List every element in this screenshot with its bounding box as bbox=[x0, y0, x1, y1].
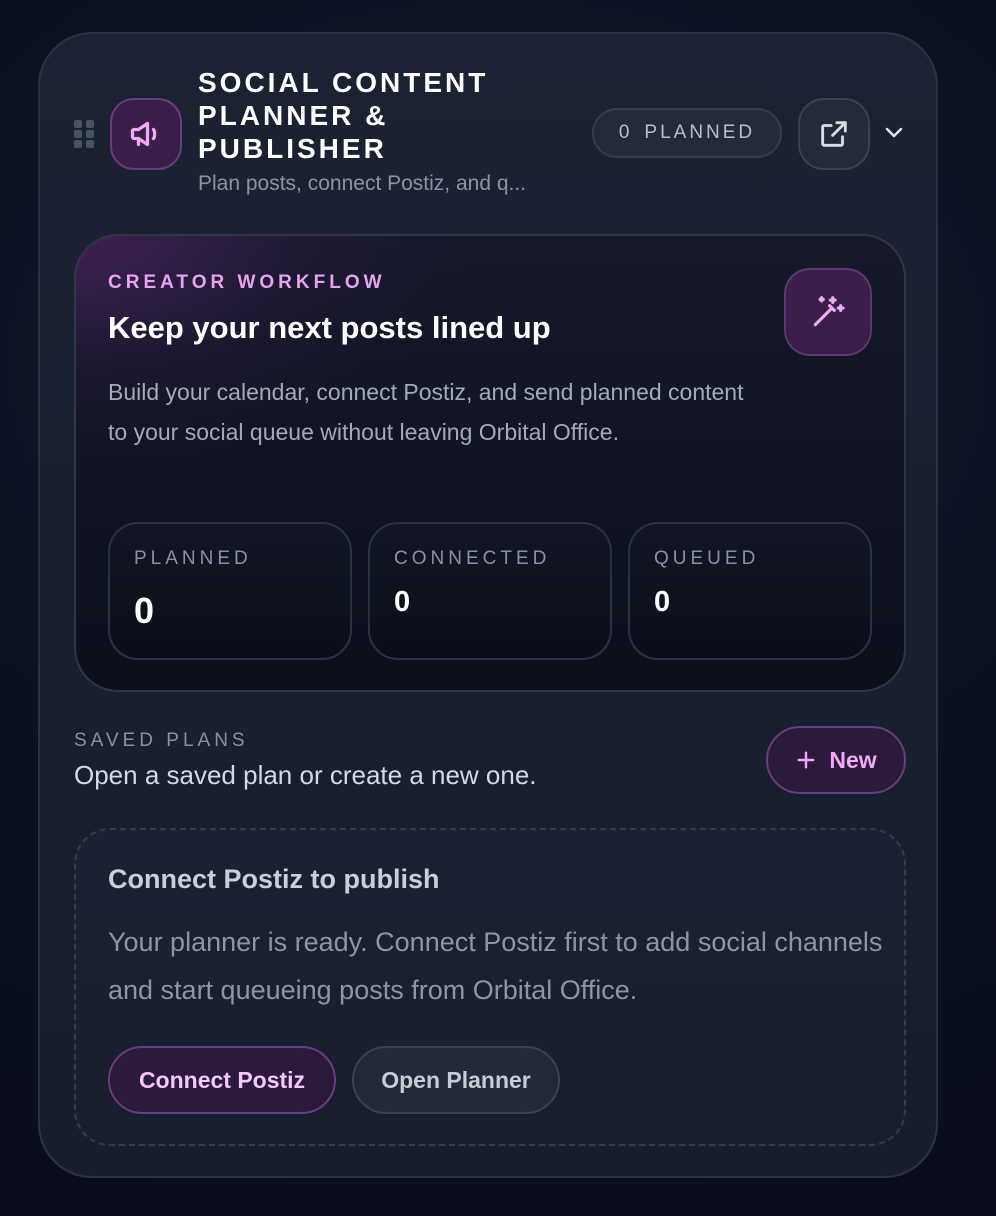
planner-widget-card: SOCIAL CONTENT PLANNER & PUBLISHER Plan … bbox=[38, 32, 938, 1178]
saved-plans-description: Open a saved plan or create a new one. bbox=[74, 760, 537, 790]
planned-count-label: PLANNED bbox=[644, 122, 756, 143]
stat-label: QUEUED bbox=[654, 548, 760, 569]
stat-label: PLANNED bbox=[134, 548, 252, 569]
widget-subtitle: Plan posts, connect Postiz, and q... bbox=[198, 172, 527, 195]
new-plan-button[interactable]: New bbox=[766, 726, 906, 794]
open-external-icon bbox=[817, 117, 851, 151]
connect-postiz-panel: Connect Postiz to publish Your planner i… bbox=[74, 828, 906, 1146]
magic-wand-button[interactable] bbox=[784, 268, 872, 356]
open-external-button[interactable] bbox=[798, 98, 870, 170]
connect-description: Your planner is ready. Connect Postiz fi… bbox=[108, 927, 883, 1005]
stat-label: CONNECTED bbox=[394, 548, 551, 569]
planned-count-value: 0 bbox=[618, 122, 633, 143]
widget-title: SOCIAL CONTENT PLANNER & PUBLISHER bbox=[198, 67, 489, 164]
hero-description: Build your calendar, connect Postiz, and… bbox=[108, 379, 744, 445]
stat-value: 0 bbox=[134, 590, 155, 631]
creator-workflow-hero: CREATOR WORKFLOW Keep your next posts li… bbox=[74, 234, 906, 692]
connect-title: Connect Postiz to publish bbox=[108, 864, 440, 894]
stat-connected: CONNECTED 0 bbox=[368, 522, 612, 660]
new-plan-label: New bbox=[829, 746, 877, 773]
hero-title: Keep your next posts lined up bbox=[108, 310, 551, 345]
drag-handle-icon[interactable] bbox=[74, 120, 94, 148]
stat-planned: PLANNED 0 bbox=[108, 522, 352, 660]
open-planner-button[interactable]: Open Planner bbox=[352, 1046, 560, 1114]
hero-eyebrow: CREATOR WORKFLOW bbox=[108, 272, 386, 293]
megaphone-icon bbox=[110, 98, 182, 170]
saved-plans-label: SAVED PLANS bbox=[74, 730, 249, 751]
magic-wand-icon bbox=[809, 293, 847, 331]
plus-icon bbox=[795, 749, 817, 771]
stat-value: 0 bbox=[394, 586, 411, 618]
stat-queued: QUEUED 0 bbox=[628, 522, 872, 660]
chevron-down-icon[interactable] bbox=[882, 120, 906, 144]
planned-count-badge: 0 PLANNED bbox=[592, 108, 782, 158]
connect-postiz-button[interactable]: Connect Postiz bbox=[108, 1046, 336, 1114]
stat-value: 0 bbox=[654, 586, 671, 618]
